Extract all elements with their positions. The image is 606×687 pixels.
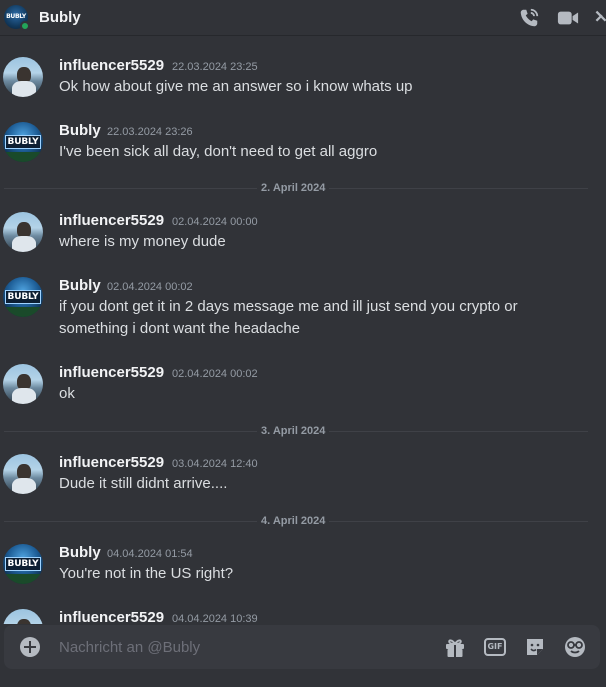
message-text: Ok how about give me an answer so i know… xyxy=(59,78,413,95)
avatar-wave-decoration xyxy=(3,574,43,584)
message-composer: GIF xyxy=(4,625,600,669)
message-author[interactable]: influencer5529 xyxy=(59,364,164,381)
message-author[interactable]: Bubly xyxy=(59,122,101,139)
emoji-icon[interactable] xyxy=(563,635,587,659)
header-avatar-logo: BUBLY xyxy=(6,13,26,20)
bottom-spacer xyxy=(0,669,606,687)
pin-icon[interactable] xyxy=(594,7,606,29)
avatar[interactable]: BUBLY xyxy=(3,122,43,162)
add-attachment-icon[interactable] xyxy=(20,637,40,657)
message-text: ok xyxy=(59,385,75,402)
avatar-wave-decoration xyxy=(3,307,43,317)
message-timestamp: 02.04.2024 00:02 xyxy=(172,368,258,380)
avatar[interactable] xyxy=(3,454,43,494)
gift-icon[interactable] xyxy=(443,635,467,659)
sticker-icon[interactable] xyxy=(523,635,547,659)
message-author[interactable]: influencer5529 xyxy=(59,57,164,74)
message-author[interactable]: influencer5529 xyxy=(59,454,164,471)
avatar[interactable]: BUBLY xyxy=(3,277,43,317)
message-timestamp: 22.03.2024 23:25 xyxy=(172,61,258,73)
avatar[interactable] xyxy=(3,609,43,624)
message-timestamp: 02.04.2024 00:02 xyxy=(107,281,193,293)
phone-call-icon[interactable] xyxy=(517,7,541,29)
message-timestamp: 22.03.2024 23:26 xyxy=(107,126,193,138)
message-input[interactable] xyxy=(59,636,429,658)
message-text: You're not in the US right? xyxy=(59,565,234,582)
dm-title[interactable]: Bubly xyxy=(39,9,81,26)
message-timestamp: 04.04.2024 10:39 xyxy=(172,613,258,624)
message-timestamp: 03.04.2024 12:40 xyxy=(172,458,258,470)
gif-icon-label: GIF xyxy=(484,638,506,656)
message-text-line: something i dont want the headache xyxy=(59,320,301,337)
header-avatar[interactable]: BUBLY xyxy=(4,5,30,31)
message-text: I've been sick all day, don't need to ge… xyxy=(59,143,378,160)
avatar-logo: BUBLY xyxy=(5,557,41,571)
message-author[interactable]: influencer5529 xyxy=(59,609,164,624)
message-timestamp: 04.04.2024 01:54 xyxy=(107,548,193,560)
message-text: Dude it still didnt arrive.... xyxy=(59,475,228,492)
video-call-icon[interactable] xyxy=(556,7,580,29)
avatar[interactable] xyxy=(3,364,43,404)
online-status-indicator xyxy=(20,21,30,31)
message-author[interactable]: Bubly xyxy=(59,544,101,561)
date-divider-label: 2. April 2024 xyxy=(257,182,330,194)
date-divider-label: 3. April 2024 xyxy=(257,425,330,437)
message-text-line: if you dont get it in 2 days message me … xyxy=(59,298,518,315)
avatar[interactable] xyxy=(3,212,43,252)
avatar[interactable] xyxy=(3,57,43,97)
message-list[interactable]: influencer5529 22.03.2024 23:25 Ok how a… xyxy=(0,36,606,624)
message-text: where is my money dude xyxy=(59,233,226,250)
avatar-wave-decoration xyxy=(3,152,43,162)
dm-header: BUBLY Bubly xyxy=(0,0,606,36)
message-timestamp: 02.04.2024 00:00 xyxy=(172,216,258,228)
message-author[interactable]: Bubly xyxy=(59,277,101,294)
date-divider-label: 4. April 2024 xyxy=(257,515,330,527)
gif-icon[interactable]: GIF xyxy=(484,635,508,659)
avatar[interactable]: BUBLY xyxy=(3,544,43,584)
avatar-logo: BUBLY xyxy=(5,290,41,304)
avatar-logo: BUBLY xyxy=(5,135,41,149)
message-author[interactable]: influencer5529 xyxy=(59,212,164,229)
